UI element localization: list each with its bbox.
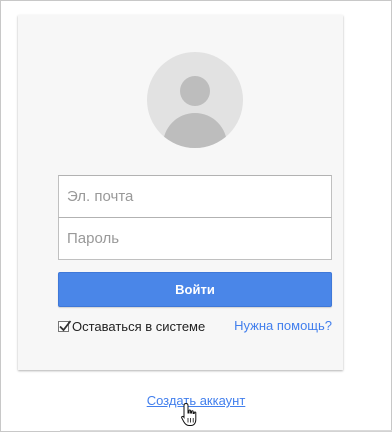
help-link[interactable]: Нужна помощь? xyxy=(234,318,332,334)
avatar-head xyxy=(180,76,210,106)
avatar-body xyxy=(163,113,227,148)
avatar-icon xyxy=(147,52,243,148)
sign-in-button[interactable]: Войти xyxy=(58,272,332,307)
email-input[interactable] xyxy=(58,175,332,218)
login-card: Войти Оставаться в системе Нужна помощь? xyxy=(18,15,343,370)
hand-pointer-icon xyxy=(181,402,197,426)
stay-signed-in-checkbox[interactable] xyxy=(58,319,72,332)
checkmark-icon xyxy=(59,319,72,331)
stay-signed-in-label: Оставаться в системе xyxy=(72,318,206,334)
stay-signed-in[interactable]: Оставаться в системе xyxy=(58,318,205,334)
password-input[interactable] xyxy=(58,217,332,260)
